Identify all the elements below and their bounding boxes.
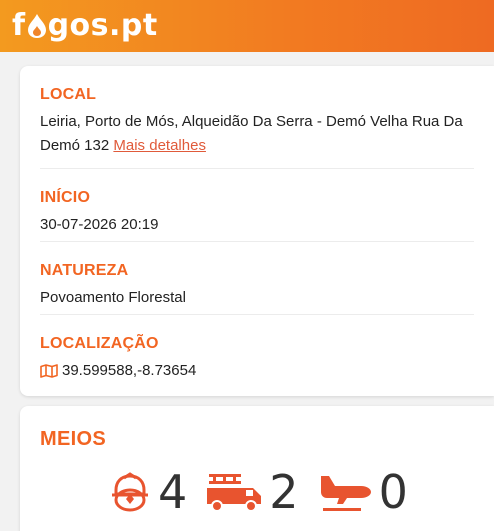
- inicio-value: 30-07-2026 20:19: [40, 216, 159, 233]
- meio-vehicles: 2: [205, 465, 299, 519]
- natureza-section: NATUREZA Povoamento Florestal: [40, 242, 474, 315]
- meio-aircraft: 0: [317, 469, 408, 515]
- map-icon: [40, 364, 58, 378]
- local-section: LOCAL Leiria, Porto de Mós, Alqueidão Da…: [40, 66, 474, 169]
- meios-card: MEIOS 4 2 0: [20, 406, 494, 531]
- coords-row[interactable]: 39.599588,-8.73654: [40, 359, 474, 383]
- inicio-section: INÍCIO 30-07-2026 20:19: [40, 169, 474, 242]
- localizacao-label: LOCALIZAÇÃO: [40, 335, 159, 352]
- flame-drop-icon: [27, 14, 46, 38]
- vehicles-count: 2: [269, 465, 299, 519]
- airplane-icon: [320, 476, 371, 511]
- coords-value: 39.599588,-8.73654: [62, 362, 197, 379]
- incident-info-card: LOCAL Leiria, Porto de Mós, Alqueidão Da…: [20, 66, 494, 396]
- localizacao-section: LOCALIZAÇÃO 39.599588,-8.73654: [40, 315, 474, 383]
- firefighters-count: 4: [158, 465, 188, 519]
- natureza-value: Povoamento Florestal: [40, 289, 186, 306]
- aircraft-count: 0: [378, 465, 408, 519]
- natureza-label: NATUREZA: [40, 262, 129, 279]
- meios-title: MEIOS: [40, 428, 106, 450]
- app-header: f gos.pt: [0, 0, 494, 52]
- meio-firefighters: 4: [108, 469, 187, 515]
- details-link[interactable]: Mais detalhes: [113, 137, 206, 154]
- inicio-label: INÍCIO: [40, 189, 91, 206]
- logo-text-end: gos.pt: [47, 8, 158, 43]
- local-value: Leiria, Porto de Mós, Alqueidão Da Serra…: [40, 110, 474, 158]
- logo-text-start: f: [12, 8, 26, 43]
- local-label: LOCAL: [40, 86, 97, 103]
- meios-row: 4 2 0: [108, 469, 426, 515]
- fire-truck-icon: [207, 474, 262, 512]
- app-logo[interactable]: f gos.pt: [12, 11, 158, 41]
- firefighter-helmet-icon: [112, 472, 148, 512]
- local-address: Leiria, Porto de Mós, Alqueidão Da Serra…: [40, 113, 463, 154]
